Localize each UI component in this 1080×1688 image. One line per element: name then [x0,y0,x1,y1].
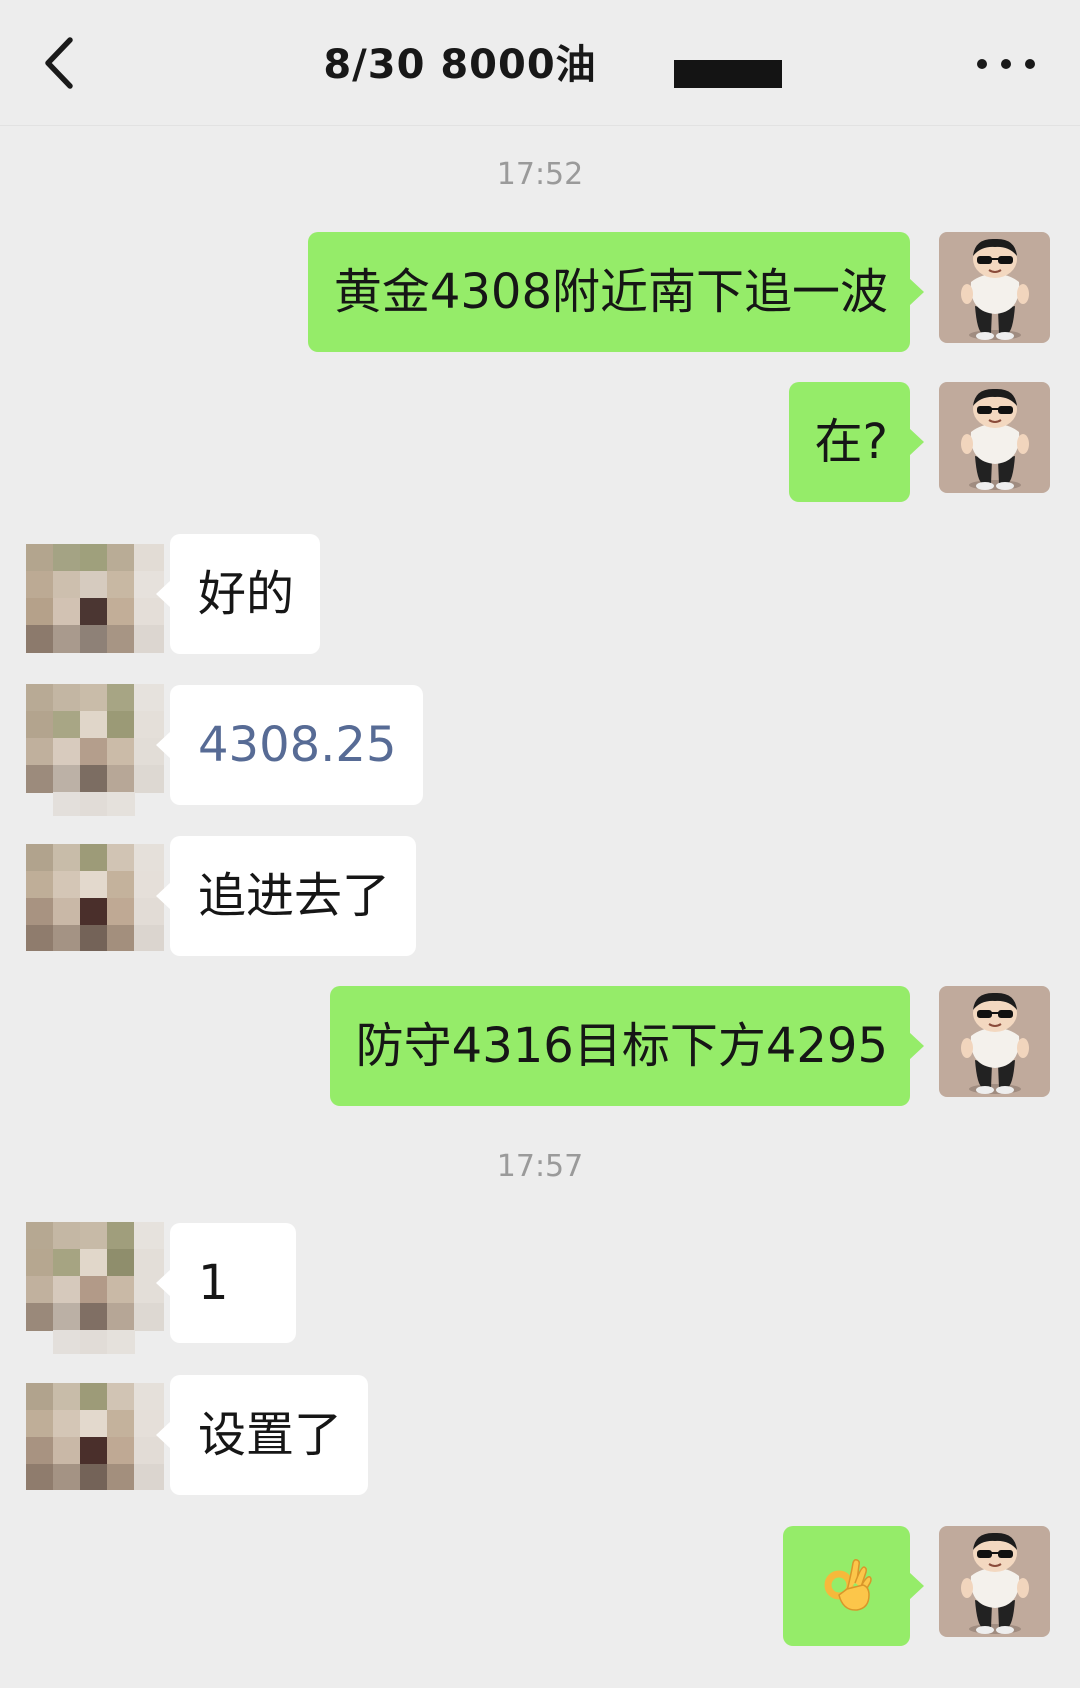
pixelated-avatar-image [26,1383,164,1490]
chat-screen: 8/30 8000油 17:52 黄金4308附近南下追一波 在? 好的 430… [0,0,1080,1688]
timestamp: 17:57 [496,1149,584,1184]
ellipsis-icon [977,59,1035,69]
ok-hand-emoji [817,1555,877,1615]
avatar-image [939,986,1050,1097]
avatar-image [939,382,1050,493]
contact-avatar[interactable] [26,1383,164,1523]
pixelated-avatar-image [26,1222,164,1354]
contact-avatar[interactable] [26,844,164,984]
message-bubble-sent[interactable]: 黄金4308附近南下追一波 [307,232,925,352]
pixelated-avatar-image [26,544,164,653]
chat-title: 8/30 8000油 [323,42,597,88]
top-bar: 8/30 8000油 [0,0,1080,126]
message-text: 设置了 [198,1407,343,1463]
pixelated-avatar-image [26,844,164,951]
self-avatar[interactable] [939,1526,1050,1637]
timestamp: 17:52 [496,157,584,192]
contact-avatar[interactable] [26,684,164,824]
self-avatar[interactable] [939,382,1050,493]
message-bubble-received[interactable]: 1 [156,1223,296,1343]
message-text: 1 [198,1255,229,1311]
message-bubble-sent[interactable]: 在? [788,382,925,502]
message-text: 黄金4308附近南下追一波 [333,264,888,320]
avatar-image [939,1526,1050,1637]
avatar-image [939,232,1050,343]
message-bubble-received[interactable]: 好的 [155,534,321,654]
pixelated-avatar-image [26,684,164,816]
contact-avatar[interactable] [26,1222,164,1362]
more-options-button[interactable] [972,44,1060,84]
message-bubble-received[interactable]: 设置了 [155,1375,369,1495]
self-avatar[interactable] [939,232,1050,343]
message-text: 在? [814,414,888,470]
message-bubble-received[interactable]: 追进去了 [155,836,417,956]
self-avatar[interactable] [939,986,1050,1097]
message-bubble-sent[interactable] [783,1526,924,1646]
contact-avatar[interactable] [26,544,164,684]
message-text: 追进去了 [198,868,391,924]
message-text: 防守4316目标下方4295 [355,1018,888,1074]
message-bubble-received[interactable]: 4308.25 [156,685,423,805]
redaction-bar [674,60,782,88]
message-bubble-sent[interactable]: 防守4316目标下方4295 [329,986,925,1106]
message-link-text[interactable]: 4308.25 [198,717,397,773]
message-text: 好的 [198,566,295,622]
